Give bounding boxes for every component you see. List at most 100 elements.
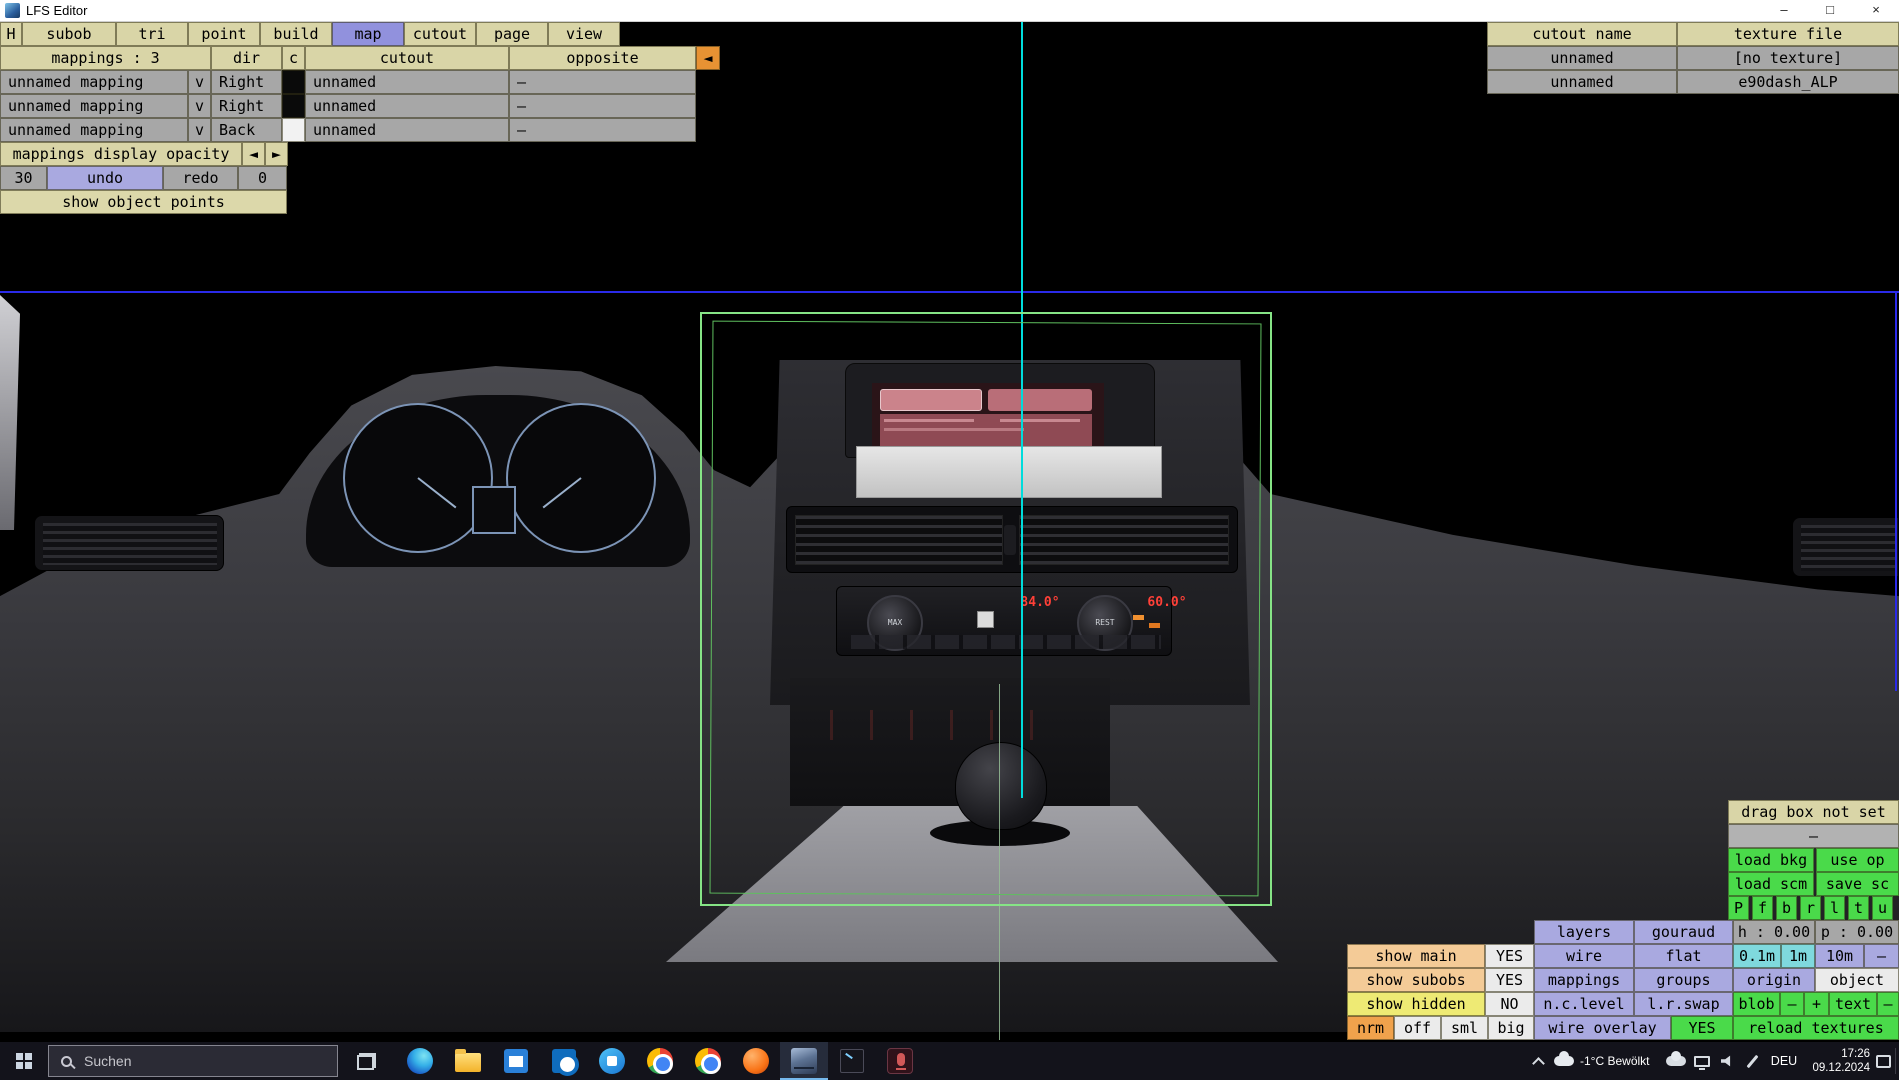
language-indicator[interactable]: DEU (1768, 1042, 1800, 1080)
mapping-row-dir[interactable]: Right (211, 94, 282, 118)
menu-build[interactable]: build (260, 22, 332, 46)
redo-button[interactable]: redo (163, 166, 238, 190)
reload-textures-button[interactable]: reload textures (1733, 1016, 1899, 1040)
mappings-button[interactable]: mappings (1534, 968, 1634, 992)
text-minus-button[interactable]: – (1877, 992, 1899, 1016)
mapping-row-opposite[interactable]: – (509, 118, 696, 142)
taskbar-app-teams[interactable] (588, 1042, 636, 1080)
mapping-row-v-button[interactable]: v (188, 70, 211, 94)
taskbar-app-terminal[interactable] (828, 1042, 876, 1080)
view-back-button[interactable]: b (1776, 896, 1797, 920)
view-right-button[interactable]: r (1800, 896, 1821, 920)
grid-10m-button[interactable]: 10m (1815, 944, 1864, 968)
nrm-sml-button[interactable]: sml (1441, 1016, 1488, 1040)
start-button[interactable] (0, 1042, 48, 1080)
menu-tri[interactable]: tri (116, 22, 188, 46)
wire-overlay-value[interactable]: YES (1671, 1016, 1733, 1040)
load-scm-button[interactable]: load scm (1728, 872, 1814, 896)
mapping-row-v-button[interactable]: v (188, 94, 211, 118)
clock-widget[interactable]: 17:26 09.12.2024 (1802, 1047, 1870, 1075)
notification-center-button[interactable] (1872, 1042, 1894, 1080)
menu-view[interactable]: view (548, 22, 620, 46)
view-perspective-button[interactable]: P (1728, 896, 1749, 920)
menu-cutout[interactable]: cutout (404, 22, 476, 46)
lr-swap-button[interactable]: l.r.swap (1634, 992, 1733, 1016)
mapping-row-color-swatch[interactable] (282, 118, 305, 142)
menu-page[interactable]: page (476, 22, 548, 46)
mapping-row-opposite[interactable]: – (509, 70, 696, 94)
tray-network[interactable] (1690, 1042, 1714, 1080)
wire-overlay-button[interactable]: wire overlay (1534, 1016, 1671, 1040)
menu-h[interactable]: H (0, 22, 22, 46)
weather-widget[interactable]: -1°C Bewölkt (1554, 1042, 1650, 1080)
mapping-row-dir[interactable]: Right (211, 70, 282, 94)
tray-pen[interactable] (1742, 1042, 1762, 1080)
nrm-button[interactable]: nrm (1347, 1016, 1394, 1040)
search-box[interactable]: Suchen (48, 1045, 338, 1077)
text-button[interactable]: text (1829, 992, 1877, 1016)
mapping-row-color-swatch[interactable] (282, 94, 305, 118)
menu-point[interactable]: point (188, 22, 260, 46)
use-op-button[interactable]: use op (1816, 848, 1899, 872)
mapping-row-opposite[interactable]: – (509, 94, 696, 118)
cutout-row-file[interactable]: e90dash_ALP (1677, 70, 1899, 94)
show-hidden-value[interactable]: NO (1485, 992, 1534, 1016)
show-main-value[interactable]: YES (1485, 944, 1534, 968)
mapping-row-name[interactable]: unnamed mapping (0, 70, 188, 94)
mapping-row-cutout[interactable]: unnamed (305, 70, 509, 94)
blob-minus-button[interactable]: – (1780, 992, 1804, 1016)
minimize-button[interactable]: – (1761, 0, 1807, 22)
taskbar-app-file-explorer[interactable] (444, 1042, 492, 1080)
origin-button[interactable]: origin (1733, 968, 1815, 992)
mapping-row-cutout[interactable]: unnamed (305, 94, 509, 118)
view-front-button[interactable]: f (1752, 896, 1773, 920)
object-button[interactable]: object (1815, 968, 1899, 992)
nc-level-button[interactable]: n.c.level (1534, 992, 1634, 1016)
load-bkg-button[interactable]: load bkg (1728, 848, 1814, 872)
mapping-row-dir[interactable]: Back (211, 118, 282, 142)
view-left-button[interactable]: l (1824, 896, 1845, 920)
menu-map-active[interactable]: map (332, 22, 404, 46)
blob-plus-button[interactable]: + (1804, 992, 1829, 1016)
groups-button[interactable]: groups (1634, 968, 1733, 992)
grid-1m-button[interactable]: 1m (1781, 944, 1815, 968)
undo-button[interactable]: undo (47, 166, 163, 190)
save-sc-button[interactable]: save sc (1816, 872, 1899, 896)
view-under-button[interactable]: u (1872, 896, 1893, 920)
layers-button[interactable]: layers (1534, 920, 1634, 944)
cutout-row-name[interactable]: unnamed (1487, 46, 1677, 70)
nrm-off-button[interactable]: off (1394, 1016, 1441, 1040)
grid-0-1m-button[interactable]: 0.1m (1733, 944, 1781, 968)
view-top-button[interactable]: t (1848, 896, 1869, 920)
taskbar-app-chrome-2[interactable] (684, 1042, 732, 1080)
taskbar-app-lfs-editor-active[interactable] (780, 1042, 828, 1080)
taskbar-app-store[interactable] (492, 1042, 540, 1080)
opacity-decrease-button[interactable]: ◄ (242, 142, 265, 166)
menu-subob[interactable]: subob (22, 22, 116, 46)
show-desktop-divider[interactable] (1895, 1048, 1896, 1074)
tray-volume[interactable] (1716, 1042, 1740, 1080)
show-subobs-button[interactable]: show subobs (1347, 968, 1485, 992)
cutout-row-file[interactable]: [no texture] (1677, 46, 1899, 70)
cutout-row-name[interactable]: unnamed (1487, 70, 1677, 94)
maximize-button[interactable]: □ (1807, 0, 1853, 22)
mapping-row-name[interactable]: unnamed mapping (0, 118, 188, 142)
tray-onedrive[interactable] (1664, 1042, 1688, 1080)
mapping-row-color-swatch[interactable] (282, 70, 305, 94)
show-object-points-button[interactable]: show object points (0, 190, 287, 214)
show-main-button[interactable]: show main (1347, 944, 1485, 968)
collapse-panel-button[interactable]: ◄ (696, 46, 720, 70)
mapping-row-name[interactable]: unnamed mapping (0, 94, 188, 118)
blob-button[interactable]: blob (1733, 992, 1780, 1016)
flat-button[interactable]: flat (1634, 944, 1733, 968)
task-view-button[interactable] (344, 1042, 388, 1080)
taskbar-app-browser[interactable] (732, 1042, 780, 1080)
taskbar-app-chrome[interactable] (636, 1042, 684, 1080)
show-subobs-value[interactable]: YES (1485, 968, 1534, 992)
mapping-row-cutout[interactable]: unnamed (305, 118, 509, 142)
tray-expand-button[interactable] (1528, 1042, 1548, 1080)
taskbar-app-edge[interactable] (396, 1042, 444, 1080)
wire-button[interactable]: wire (1534, 944, 1634, 968)
close-button[interactable]: × (1853, 0, 1899, 22)
grid-dash-button[interactable]: – (1864, 944, 1899, 968)
